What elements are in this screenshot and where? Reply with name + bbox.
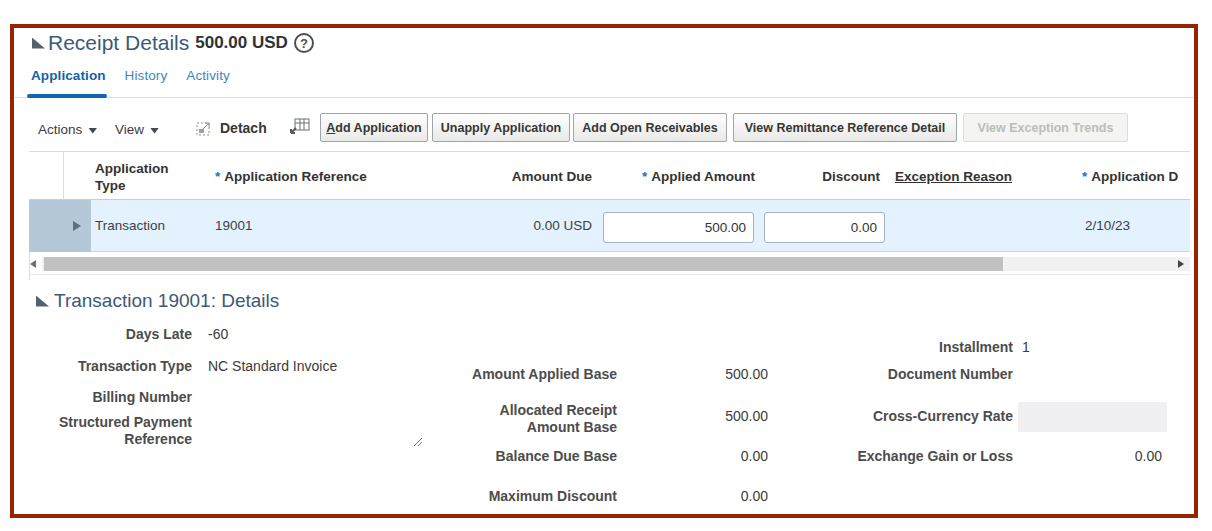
horizontal-scrollbar[interactable] — [42, 257, 1190, 271]
table-header: Application Type *Application Reference … — [29, 152, 1190, 200]
help-icon[interactable]: ? — [294, 33, 314, 53]
cell-amount-due: 0.00 USD — [492, 218, 592, 233]
col-application-type[interactable]: Application Type — [95, 160, 187, 194]
details-section-header: Transaction 19001: Details — [36, 290, 279, 312]
applied-amount-input[interactable] — [603, 212, 754, 243]
active-tab-underline — [27, 94, 107, 98]
allocated-receipt-amount-base-value: 500.00 — [668, 408, 768, 425]
tab-application[interactable]: Application — [30, 68, 107, 91]
details-section-title: Transaction 19001: Details — [54, 290, 279, 312]
cell-application-reference: 19001 — [215, 218, 253, 233]
actions-menu[interactable]: Actions — [38, 122, 97, 137]
row-gutter — [29, 200, 63, 252]
collapse-triangle-icon[interactable] — [32, 38, 45, 49]
cross-currency-rate-label: Cross-Currency Rate — [843, 408, 1013, 425]
days-late-label: Days Late — [14, 326, 192, 343]
tab-activity[interactable]: Activity — [185, 68, 231, 91]
amount-applied-base-label: Amount Applied Base — [467, 366, 617, 383]
cell-application-date: 2/10/23 — [1085, 218, 1130, 233]
textarea-resize-grip-icon[interactable] — [412, 436, 423, 447]
tabbar-divider — [14, 97, 1194, 98]
balance-due-base-label: Balance Due Base — [467, 448, 617, 465]
scrollbar-thumb[interactable] — [44, 257, 1003, 271]
days-late-value: -60 — [208, 326, 228, 343]
receipt-amount: 500.00 USD — [195, 33, 288, 53]
view-label: View — [115, 122, 144, 137]
view-remittance-reference-detail-button[interactable]: View Remittance Reference Detail — [733, 113, 957, 142]
scrollbar-right-arrow-icon[interactable] — [1178, 260, 1184, 268]
scrollbar-left-arrow-icon[interactable] — [30, 260, 36, 268]
unapply-application-button[interactable]: Unapply Application — [432, 113, 570, 142]
cell-application-type: Transaction — [95, 218, 165, 233]
header-gutter-divider — [63, 152, 64, 200]
table-bottom-border — [29, 274, 1190, 275]
col-applied-amount[interactable]: *Applied Amount — [605, 168, 755, 185]
detach-button[interactable]: Detach — [196, 120, 267, 136]
col-amount-due[interactable]: Amount Due — [492, 168, 592, 185]
balance-due-base-value: 0.00 — [668, 448, 768, 465]
freeze-columns-icon[interactable] — [288, 118, 310, 136]
detach-icon — [196, 120, 213, 136]
allocated-receipt-amount-base-label: Allocated Receipt Amount Base — [467, 402, 617, 436]
maximum-discount-value: 0.00 — [668, 488, 768, 505]
tab-history[interactable]: History — [124, 68, 169, 91]
table-row[interactable]: Transaction 19001 0.00 USD 2/10/23 — [29, 200, 1190, 252]
col-application-date[interactable]: *Application D — [1082, 168, 1190, 185]
discount-input[interactable] — [764, 212, 885, 243]
installment-label: Installment — [843, 339, 1013, 356]
amount-applied-base-value: 500.00 — [668, 366, 768, 383]
detach-label: Detach — [220, 120, 267, 136]
actions-label: Actions — [38, 122, 82, 137]
installment-value: 1 — [1022, 339, 1030, 356]
exchange-gain-or-loss-label: Exchange Gain or Loss — [843, 448, 1013, 465]
col-discount[interactable]: Discount — [780, 168, 880, 185]
billing-number-label: Billing Number — [14, 389, 192, 406]
add-application-accesskey: A — [326, 121, 335, 135]
col-exception-reason[interactable]: Exception Reason — [895, 168, 1012, 185]
exchange-gain-or-loss-value: 0.00 — [1018, 448, 1167, 465]
required-asterisk: * — [215, 169, 220, 184]
view-caret-icon — [150, 128, 159, 134]
cross-currency-rate-field[interactable] — [1018, 402, 1167, 432]
page-title: Receipt Details — [48, 31, 189, 55]
receipt-details-panel: Receipt Details 500.00 USD ? Application… — [10, 24, 1198, 518]
tab-bar: Application History Activity — [30, 68, 231, 91]
transaction-type-label: Transaction Type — [14, 358, 192, 375]
maximum-discount-label: Maximum Discount — [467, 488, 617, 505]
add-application-button[interactable]: Add Application — [320, 113, 428, 142]
transaction-type-value: NC Standard Invoice — [208, 358, 337, 375]
structured-payment-reference-label: Structured Payment Reference — [14, 414, 192, 448]
panel-header: Receipt Details 500.00 USD ? — [32, 30, 314, 56]
view-menu[interactable]: View — [115, 122, 159, 137]
add-open-receivables-button[interactable]: Add Open Receivables — [573, 113, 727, 142]
actions-caret-icon — [88, 128, 97, 134]
document-number-label: Document Number — [843, 366, 1013, 383]
view-exception-trends-button: View Exception Trends — [963, 113, 1128, 142]
details-collapse-triangle-icon[interactable] — [36, 296, 49, 307]
col-application-reference[interactable]: *Application Reference — [215, 168, 367, 185]
add-application-label: dd Application — [335, 121, 421, 135]
